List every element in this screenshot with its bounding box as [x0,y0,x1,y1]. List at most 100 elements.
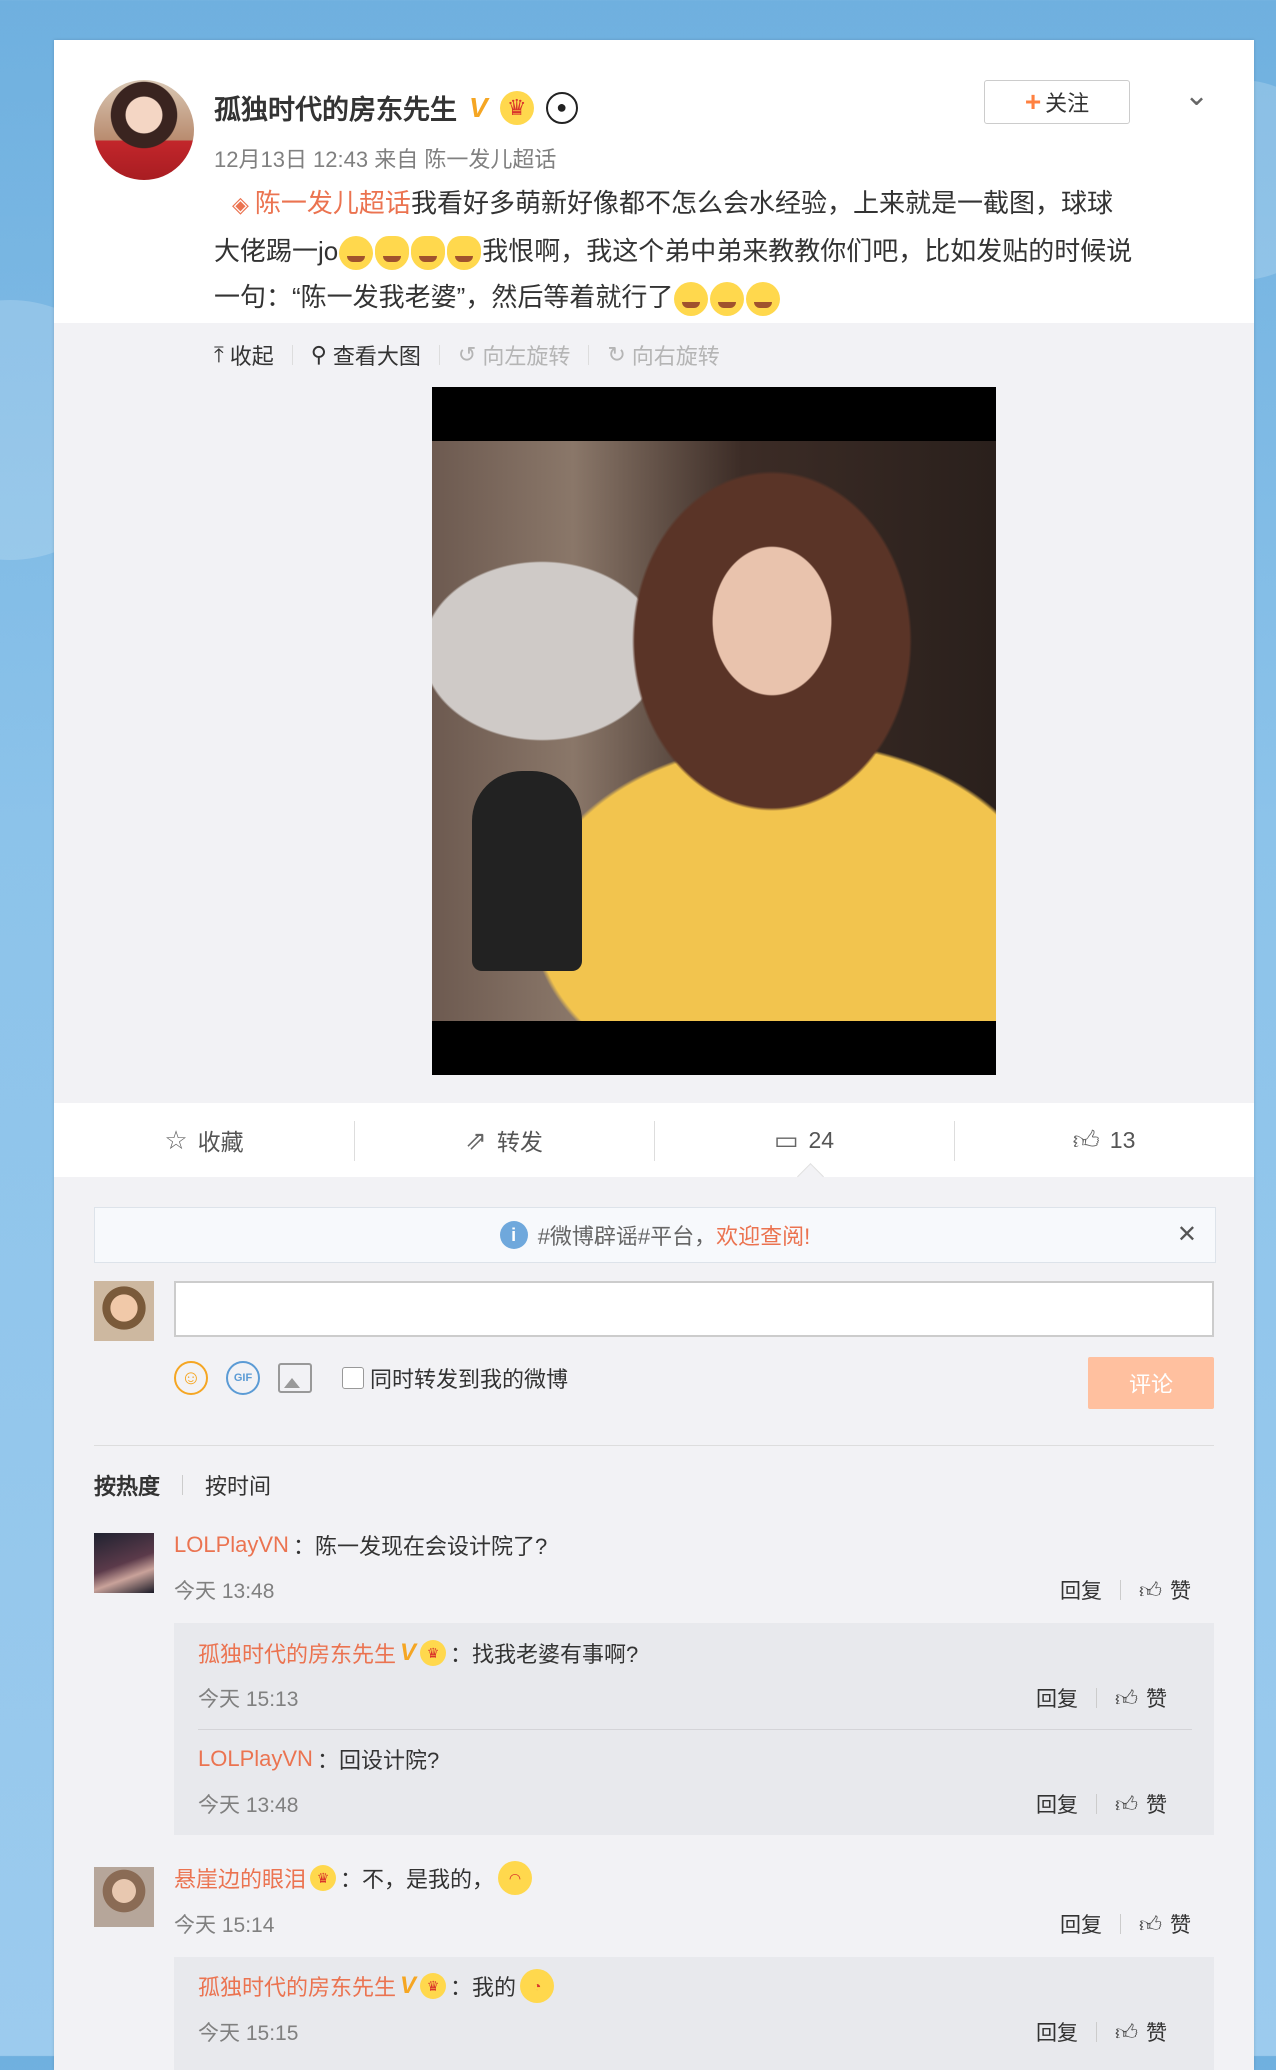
thumbs-up-icon[interactable]: 👍︎ [1115,1685,1138,1712]
post-text-line3: 一句：“陈一发我老婆”，然后等着就行了 [214,282,674,312]
author-name-row: 孤独时代的房东先生 V ♛ ● [214,88,578,127]
follow-button[interactable]: + 关注 [984,80,1130,124]
rotate-right-icon: ↻ [607,342,626,367]
member-crown-icon: ♛ [420,1640,447,1666]
supertopic-link[interactable]: 陈一发儿超话 [255,188,411,218]
like-reply-button[interactable]: 赞 [1146,1789,1167,1819]
rotate-left-button[interactable]: ↺ 向左旋转 [458,339,570,371]
comment-icon: ▭ [773,1124,799,1155]
reply-time: 今天 15:15 [198,2022,299,2045]
comment-sort-tabs: 按热度 按时间 [94,1469,271,1501]
like-comment-button[interactable]: 赞 [1170,1575,1191,1605]
sort-by-hot-tab[interactable]: 按热度 [94,1469,160,1501]
reply-username[interactable]: 孤独时代的房东先生 [198,1637,396,1669]
comment-time: 今天 15:14 [174,1914,275,1937]
comment-input[interactable] [174,1281,1214,1337]
comment-avatar[interactable] [94,1867,154,1927]
reply-button[interactable]: 回复 [1036,1789,1078,1819]
verified-badge-icon[interactable]: V [469,92,488,124]
notice-text: #微博辟谣#平台， [537,1224,717,1249]
reply-time: 今天 15:13 [198,1688,299,1711]
panda-icon[interactable]: ● [545,91,578,124]
member-crown-icon: ♛ [420,1973,447,1999]
reply-button[interactable]: 回复 [1036,2017,1078,2047]
rotate-left-icon: ↺ [457,342,477,367]
reply-button[interactable]: 回复 [1060,1575,1102,1605]
verified-badge-icon: V [400,1972,417,1999]
comment-avatar[interactable] [94,1533,154,1593]
like-comment-button[interactable]: 赞 [1170,1909,1191,1939]
repost-button[interactable]: ⇗ 转发 [354,1103,654,1177]
thumbs-up-icon: 👍︎ [1072,1124,1100,1155]
reply-username[interactable]: LOLPlayVN [198,1746,313,1772]
media-toolbar: ⤒ 收起 ⚲ 查看大图 ↺ 向左旋转 ↻ 向右旋转 [214,339,720,371]
composer-toolbar: ☺ GIF 同时转发到我的微博 [174,1361,568,1395]
image-upload-icon[interactable] [278,1363,312,1393]
comment-button[interactable]: ▭ 24 [654,1103,954,1177]
reply-text: ：找我老婆有事啊? [450,1642,639,1667]
reply-button[interactable]: 回复 [1036,1683,1078,1713]
reply-time: 今天 13:48 [198,1794,299,1817]
thumbs-up-icon[interactable]: 👍︎ [1115,2019,1138,2046]
comment-count: 24 [808,1126,835,1153]
like-button[interactable]: 👍︎ 13 [954,1103,1254,1177]
post-meta: 12月13日 12:43 来自 陈一发儿超话 [214,147,557,172]
like-reply-button[interactable]: 赞 [1146,1683,1167,1713]
reply-button[interactable]: 回复 [1060,1909,1102,1939]
comment-username[interactable]: LOLPlayVN [174,1532,289,1558]
hug-emoji-icon [375,236,410,271]
view-large-button[interactable]: ⚲ 查看大图 [311,339,421,371]
supertopic-icon: ◈ [232,192,249,217]
reply-actions: 回复 👍︎ 赞 [1036,2017,1167,2047]
reply-divider [198,1729,1192,1730]
grin-emoji-icon [674,282,709,317]
info-icon: i [499,1221,528,1249]
repost-checkbox-label: 同时转发到我的微博 [370,1367,569,1392]
reply-actions: 回复 👍︎ 赞 [1036,1789,1167,1819]
current-user-avatar[interactable] [94,1281,154,1341]
reply-actions: 回复 👍︎ 赞 [1036,1683,1167,1713]
post-action-bar: ☆ 收藏 ⇗ 转发 ▭ 24 👍︎ 13 [54,1103,1254,1178]
collapse-icon: ⤒ [214,342,224,367]
favorite-button[interactable]: ☆ 收藏 [54,1103,354,1177]
reply-content: LOLPlayVN ：回设计院? [198,1743,439,1775]
repost-label: 转发 [496,1129,543,1155]
rumor-notice: i #微博辟谣#平台， 欢迎查阅! ✕ [94,1207,1216,1263]
view-large-label: 查看大图 [332,344,421,369]
comment-actions: 回复 👍︎ 赞 [1060,1909,1191,1939]
member-crown-icon: ♛ [310,1865,337,1891]
author-name[interactable]: 孤独时代的房东先生 [214,88,457,127]
comment-username[interactable]: 悬崖边的眼泪 [174,1862,306,1894]
sort-by-time-tab[interactable]: 按时间 [205,1469,271,1501]
like-reply-button[interactable]: 赞 [1146,2017,1167,2047]
thumbs-up-icon[interactable]: 👍︎ [1139,1577,1162,1604]
notice-link[interactable]: 欢迎查阅! [716,1219,810,1251]
post-text: ◈ 陈一发儿超话我看好多萌新好像都不怎么会水经验，上来就是一截图，球球 大佬踢一j… [214,180,1214,320]
reply-content: 孤独时代的房东先生 V ♛ ：找我老婆有事啊? [198,1637,638,1669]
post-text-line2b: 我恨啊，我这个弟中弟来教教你们吧，比如发贴的时候说 [482,236,1133,266]
thumbs-up-icon[interactable]: 👍︎ [1139,1911,1162,1938]
rotate-right-button[interactable]: ↻ 向右旋转 [607,339,719,371]
star-icon: ☆ [164,1124,188,1155]
close-icon[interactable]: ✕ [1177,1220,1197,1249]
reply-text: ：我的 [450,1975,517,2000]
member-crown-icon[interactable]: ♛ [499,90,534,125]
submit-comment-button[interactable]: 评论 [1088,1357,1214,1409]
emoji-picker-icon[interactable]: ☺ [174,1361,208,1395]
plus-icon: + [1024,86,1042,117]
gif-icon[interactable]: GIF [226,1361,260,1395]
repost-checkbox[interactable] [342,1367,364,1389]
reply-username[interactable]: 孤独时代的房东先生 [198,1970,396,2002]
collapse-button[interactable]: ⤒ 收起 [214,339,274,371]
grin-emoji-icon [746,282,781,317]
thumbs-up-icon[interactable]: 👍︎ [1115,1791,1138,1818]
comment-time: 今天 13:48 [174,1580,275,1603]
favorite-label: 收藏 [197,1129,244,1155]
media-area: ⤒ 收起 ⚲ 查看大图 ↺ 向左旋转 ↻ 向右旋转 [54,323,1254,1103]
smile-emoji-icon [339,236,374,271]
sly-emoji-icon: ◠ [498,1861,533,1895]
video-frame[interactable] [432,387,996,1075]
verified-badge-icon: V [400,1639,417,1666]
author-avatar[interactable] [94,80,194,180]
chevron-down-icon[interactable]: ⌄ [1184,78,1209,113]
